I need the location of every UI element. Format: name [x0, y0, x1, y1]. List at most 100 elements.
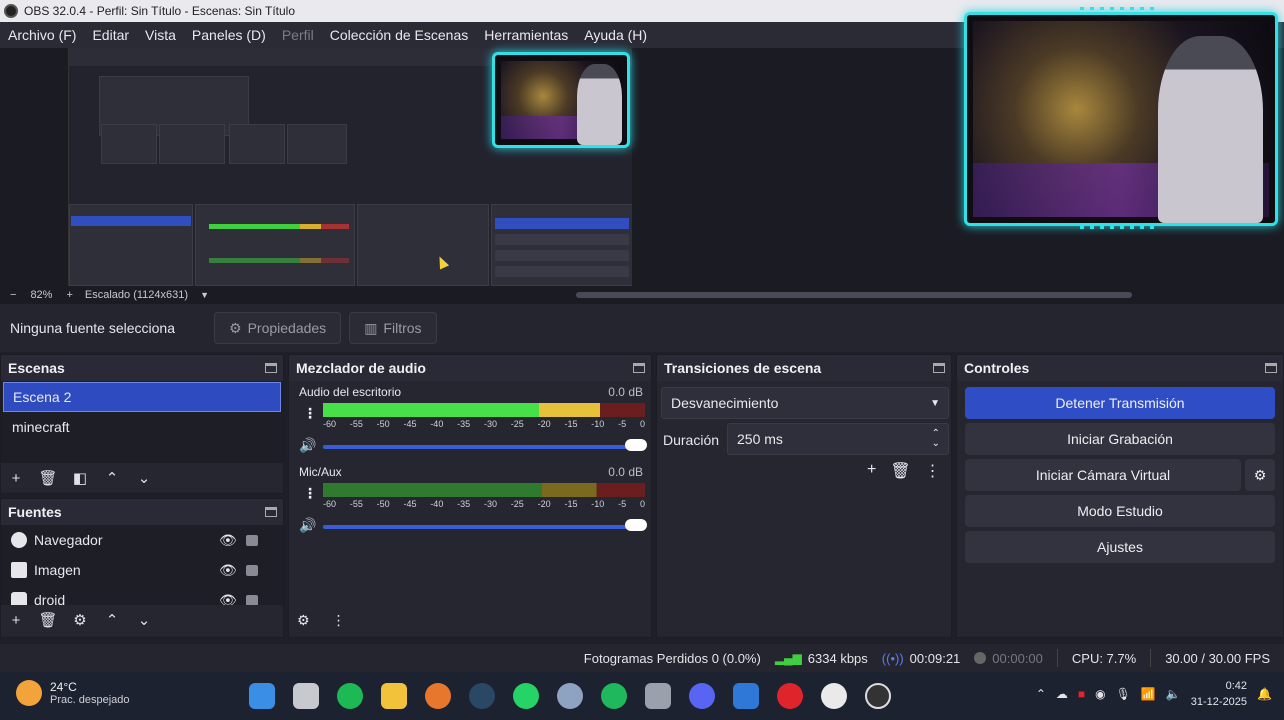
- studio-mode-button[interactable]: Modo Estudio: [965, 495, 1275, 527]
- start-virtual-camera-button[interactable]: Iniciar Cámara Virtual: [965, 459, 1241, 491]
- preview-horizontal-scrollbar[interactable]: [576, 292, 1132, 298]
- properties-button[interactable]: ⚙ Propiedades: [214, 312, 342, 344]
- add-source-icon[interactable]: +: [7, 611, 25, 629]
- steam-icon[interactable]: [469, 683, 495, 709]
- lock-icon[interactable]: [246, 534, 258, 546]
- outlook-icon[interactable]: [733, 683, 759, 709]
- settings-app-icon[interactable]: [557, 683, 583, 709]
- cloud-icon[interactable]: ☁: [1056, 687, 1068, 701]
- volume-slider-handle[interactable]: [625, 439, 647, 451]
- mixer-dock-title: Mezclador de audio: [289, 355, 651, 381]
- mixer-menu-icon[interactable]: ⋮: [332, 612, 346, 629]
- menu-editar[interactable]: Editar: [92, 27, 129, 43]
- blender-icon[interactable]: [425, 683, 451, 709]
- task-view-icon[interactable]: [293, 683, 319, 709]
- start-recording-button[interactable]: Iniciar Grabación: [965, 423, 1275, 455]
- source-item[interactable]: Navegador 👁: [1, 525, 283, 555]
- zoom-in-button[interactable]: +: [66, 289, 72, 301]
- no-source-label: Ninguna fuente selecciona: [10, 320, 176, 336]
- scene-item[interactable]: minecraft: [3, 412, 281, 442]
- whatsapp-icon[interactable]: [513, 683, 539, 709]
- lock-icon[interactable]: [246, 594, 258, 605]
- undock-icon[interactable]: [1265, 363, 1277, 373]
- cube-app-icon[interactable]: [645, 683, 671, 709]
- undock-icon[interactable]: [933, 363, 945, 373]
- mini-scenes: [101, 124, 157, 164]
- clock-time: 0:42: [1225, 680, 1248, 692]
- visibility-eye-icon[interactable]: 👁: [219, 532, 237, 549]
- steam-tray-icon[interactable]: ◉: [1095, 687, 1105, 701]
- webcam-app-icon[interactable]: [821, 683, 847, 709]
- wifi-icon[interactable]: 📶: [1141, 687, 1156, 701]
- stop-stream-button[interactable]: Detener Transmisión: [965, 387, 1275, 419]
- mini-button: [495, 234, 629, 245]
- menu-perfil[interactable]: Perfil: [282, 27, 314, 43]
- move-up-icon[interactable]: ⌃: [103, 469, 121, 487]
- move-down-icon[interactable]: ⌄: [135, 469, 153, 487]
- source-name: droid: [34, 592, 66, 605]
- discord-icon[interactable]: [689, 683, 715, 709]
- virtual-camera-settings-gear-icon[interactable]: ⚙: [1245, 459, 1275, 491]
- temperature: 24°C: [50, 680, 77, 694]
- menu-paneles[interactable]: Paneles (D): [192, 27, 266, 43]
- scale-dropdown-icon[interactable]: ▼: [200, 290, 209, 300]
- volume-slider-track[interactable]: [323, 525, 635, 529]
- opera-icon[interactable]: [777, 683, 803, 709]
- visibility-eye-icon[interactable]: 👁: [219, 562, 237, 579]
- channel-menu-icon[interactable]: ⋮: [303, 405, 317, 422]
- microphone-icon[interactable]: 🎙: [1116, 687, 1131, 701]
- speaker-icon[interactable]: 🔊: [299, 517, 316, 534]
- clock[interactable]: 0:42 31-12-2025: [1191, 678, 1247, 710]
- filters-button[interactable]: ▥ Filtros: [349, 312, 437, 344]
- volume-slider-handle[interactable]: [625, 519, 647, 531]
- source-item[interactable]: Imagen 👁: [1, 555, 283, 585]
- remove-transition-icon[interactable]: 🗑: [890, 461, 910, 481]
- volume-slider-track[interactable]: [323, 445, 635, 449]
- windows-start-icon[interactable]: [249, 683, 275, 709]
- menu-archivo[interactable]: Archivo (F): [8, 27, 76, 43]
- scene-filters-icon[interactable]: ◧: [71, 469, 89, 487]
- stepper-icon[interactable]: ⌃ ⌄: [932, 429, 940, 449]
- undock-icon[interactable]: [265, 363, 277, 373]
- zoom-out-button[interactable]: −: [10, 289, 16, 301]
- duration-input[interactable]: 250 ms ⌃ ⌄: [727, 423, 949, 455]
- scene-item[interactable]: Escena 2: [3, 382, 281, 412]
- advanced-audio-gear-icon[interactable]: ⚙: [297, 612, 310, 629]
- bitrate-status: ▂▄▆ 6334 kbps: [775, 651, 868, 666]
- speaker-icon[interactable]: 🔊: [299, 437, 316, 454]
- spotify-icon[interactable]: [337, 683, 363, 709]
- source-item[interactable]: droid 👁: [1, 585, 283, 605]
- obs-app-icon[interactable]: [865, 683, 891, 709]
- transition-select[interactable]: Desvanecimiento ▼: [661, 387, 949, 419]
- notification-bell-icon[interactable]: 🔔: [1257, 687, 1272, 701]
- status-bar: Fotogramas Perdidos 0 (0.0%) ▂▄▆ 6334 kb…: [0, 644, 1284, 672]
- menu-vista[interactable]: Vista: [145, 27, 176, 43]
- add-scene-icon[interactable]: +: [7, 469, 25, 487]
- menu-herramientas[interactable]: Herramientas: [484, 27, 568, 43]
- tray-app-icon[interactable]: ■: [1078, 687, 1085, 701]
- menu-coleccion-escenas[interactable]: Colección de Escenas: [330, 27, 469, 43]
- xbox-app-icon[interactable]: [601, 683, 627, 709]
- source-properties-gear-icon[interactable]: ⚙: [71, 611, 89, 629]
- settings-button[interactable]: Ajustes: [965, 531, 1275, 563]
- weather-widget[interactable]: 24°C Prac. despejado: [16, 680, 130, 706]
- remove-scene-icon[interactable]: 🗑: [38, 469, 57, 487]
- move-down-icon[interactable]: ⌄: [135, 611, 153, 629]
- record-time: 00:00:00: [992, 650, 1043, 666]
- menu-ayuda[interactable]: Ayuda (H): [584, 27, 647, 43]
- transition-menu-icon[interactable]: ⋮: [925, 461, 941, 481]
- move-up-icon[interactable]: ⌃: [103, 611, 121, 629]
- chevron-up-icon[interactable]: ⌃: [1036, 687, 1046, 701]
- undock-icon[interactable]: [265, 507, 277, 517]
- add-transition-icon[interactable]: +: [867, 461, 876, 481]
- visibility-eye-icon[interactable]: 👁: [219, 592, 237, 606]
- meter-tick-label: -55: [349, 499, 363, 509]
- weather-sun-icon: [16, 680, 42, 706]
- volume-icon[interactable]: 🔈: [1166, 687, 1181, 701]
- file-explorer-icon[interactable]: [381, 683, 407, 709]
- undock-icon[interactable]: [633, 363, 645, 373]
- remove-source-icon[interactable]: 🗑: [38, 611, 57, 629]
- mixer-toolbar: ⚙ ⋮: [297, 612, 346, 629]
- lock-icon[interactable]: [246, 564, 258, 576]
- channel-menu-icon[interactable]: ⋮: [303, 485, 317, 502]
